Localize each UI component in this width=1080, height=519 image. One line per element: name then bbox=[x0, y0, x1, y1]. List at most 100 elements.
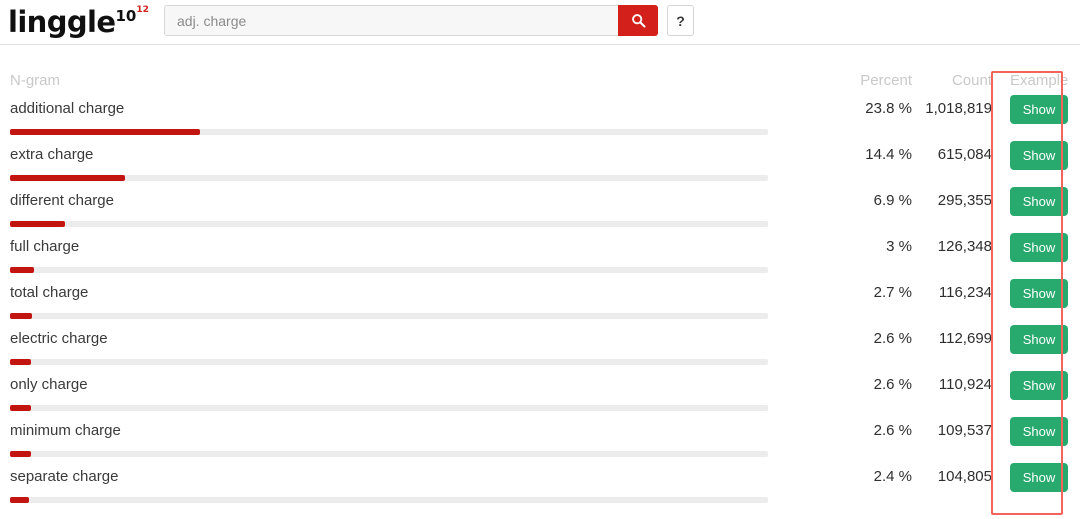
show-example-button[interactable]: Show bbox=[1010, 463, 1068, 492]
site-logo[interactable]: linggle 10 12 bbox=[8, 4, 149, 39]
percent-bar-fill bbox=[10, 359, 31, 365]
logo-wordmark: linggle bbox=[8, 4, 116, 39]
ngram-label[interactable]: extra charge bbox=[10, 146, 836, 163]
cell-ngram: separate charge bbox=[0, 468, 836, 503]
count-value: 112,699 bbox=[938, 330, 992, 347]
header-cell-example: Example bbox=[998, 72, 1080, 90]
cell-count: 126,348 bbox=[912, 238, 998, 255]
help-button[interactable]: ? bbox=[667, 5, 694, 36]
cell-example: Show bbox=[998, 233, 1080, 262]
percent-value: 2.6 % bbox=[873, 376, 912, 393]
logo-superscript: 12 bbox=[136, 4, 149, 15]
percent-bar-track bbox=[10, 359, 768, 365]
count-value: 116,234 bbox=[938, 284, 992, 301]
table-row: additional charge 23.8 % 1,018,819 Show bbox=[0, 95, 1080, 146]
cell-count: 110,924 bbox=[912, 376, 998, 393]
cell-count: 112,699 bbox=[912, 330, 998, 347]
cell-count: 1,018,819 bbox=[912, 100, 998, 117]
cell-count: 116,234 bbox=[912, 284, 998, 301]
count-value: 126,348 bbox=[937, 238, 992, 255]
percent-bar-track bbox=[10, 267, 768, 273]
column-header-count: Count bbox=[951, 72, 992, 89]
ngram-label[interactable]: separate charge bbox=[10, 468, 836, 485]
percent-value: 3 % bbox=[886, 238, 912, 255]
count-value: 295,355 bbox=[937, 192, 992, 209]
cell-percent: 3 % bbox=[836, 238, 912, 255]
show-example-button[interactable]: Show bbox=[1010, 279, 1068, 308]
percent-bar-track bbox=[10, 313, 768, 319]
show-example-button[interactable]: Show bbox=[1010, 187, 1068, 216]
count-value: 109,537 bbox=[937, 422, 992, 439]
percent-bar-track bbox=[10, 497, 768, 503]
table-row: different charge 6.9 % 295,355 Show bbox=[0, 187, 1080, 238]
percent-bar-track bbox=[10, 175, 768, 181]
cell-ngram: additional charge bbox=[0, 100, 836, 135]
percent-bar-fill bbox=[10, 267, 34, 273]
header-cell-count: Count bbox=[912, 72, 998, 90]
cell-percent: 23.8 % bbox=[836, 100, 912, 117]
ngram-label[interactable]: minimum charge bbox=[10, 422, 836, 439]
ngram-label[interactable]: total charge bbox=[10, 284, 836, 301]
header-cell-percent: Percent bbox=[836, 72, 912, 90]
cell-ngram: different charge bbox=[0, 192, 836, 227]
cell-percent: 2.6 % bbox=[836, 376, 912, 393]
cell-count: 615,084 bbox=[912, 146, 998, 163]
cell-example: Show bbox=[998, 187, 1080, 216]
ngram-label[interactable]: full charge bbox=[10, 238, 836, 255]
cell-ngram: minimum charge bbox=[0, 422, 836, 457]
show-example-button[interactable]: Show bbox=[1010, 371, 1068, 400]
percent-value: 2.7 % bbox=[873, 284, 912, 301]
cell-count: 295,355 bbox=[912, 192, 998, 209]
table-row: only charge 2.6 % 110,924 Show bbox=[0, 371, 1080, 422]
percent-value: 6.9 % bbox=[873, 192, 912, 209]
cell-example: Show bbox=[998, 95, 1080, 124]
show-example-button[interactable]: Show bbox=[1010, 95, 1068, 124]
percent-value: 2.6 % bbox=[873, 330, 912, 347]
ngram-label[interactable]: additional charge bbox=[10, 100, 836, 117]
ngram-label[interactable]: electric charge bbox=[10, 330, 836, 347]
header-cell-ngram: N-gram bbox=[0, 72, 836, 90]
cell-ngram: only charge bbox=[0, 376, 836, 411]
show-example-button[interactable]: Show bbox=[1010, 141, 1068, 170]
search-button[interactable] bbox=[618, 5, 658, 36]
table-row: minimum charge 2.6 % 109,537 Show bbox=[0, 417, 1080, 468]
table-row: separate charge 2.4 % 104,805 Show bbox=[0, 463, 1080, 514]
cell-example: Show bbox=[998, 371, 1080, 400]
cell-percent: 2.6 % bbox=[836, 422, 912, 439]
percent-bar-fill bbox=[10, 175, 125, 181]
column-header-example: Example bbox=[1010, 72, 1069, 89]
cell-ngram: electric charge bbox=[0, 330, 836, 365]
cell-ngram: total charge bbox=[0, 284, 836, 319]
percent-value: 14.4 % bbox=[865, 146, 912, 163]
ngram-results-table: N-gram Percent Count Example additional … bbox=[0, 72, 1080, 514]
percent-bar-track bbox=[10, 405, 768, 411]
cell-example: Show bbox=[998, 417, 1080, 446]
count-value: 615,084 bbox=[937, 146, 992, 163]
table-row: total charge 2.7 % 116,234 Show bbox=[0, 279, 1080, 330]
cell-example: Show bbox=[998, 463, 1080, 492]
cell-percent: 2.6 % bbox=[836, 330, 912, 347]
search-input[interactable] bbox=[164, 5, 618, 36]
percent-bar-fill bbox=[10, 313, 32, 319]
cell-percent: 2.7 % bbox=[836, 284, 912, 301]
show-example-button[interactable]: Show bbox=[1010, 417, 1068, 446]
count-value: 104,805 bbox=[937, 468, 992, 485]
show-example-button[interactable]: Show bbox=[1010, 325, 1068, 354]
cell-example: Show bbox=[998, 325, 1080, 354]
cell-ngram: extra charge bbox=[0, 146, 836, 181]
percent-value: 2.6 % bbox=[873, 422, 912, 439]
cell-example: Show bbox=[998, 279, 1080, 308]
table-header-row: N-gram Percent Count Example bbox=[0, 72, 1080, 100]
column-header-percent: Percent bbox=[860, 72, 912, 89]
cell-example: Show bbox=[998, 141, 1080, 170]
ngram-label[interactable]: only charge bbox=[10, 376, 836, 393]
table-row: extra charge 14.4 % 615,084 Show bbox=[0, 141, 1080, 192]
ngram-label[interactable]: different charge bbox=[10, 192, 836, 209]
percent-value: 23.8 % bbox=[865, 100, 912, 117]
percent-value: 2.4 % bbox=[873, 468, 912, 485]
count-value: 110,924 bbox=[938, 376, 992, 393]
cell-count: 109,537 bbox=[912, 422, 998, 439]
show-example-button[interactable]: Show bbox=[1010, 233, 1068, 262]
percent-bar-fill bbox=[10, 129, 200, 135]
column-header-ngram: N-gram bbox=[10, 72, 61, 89]
